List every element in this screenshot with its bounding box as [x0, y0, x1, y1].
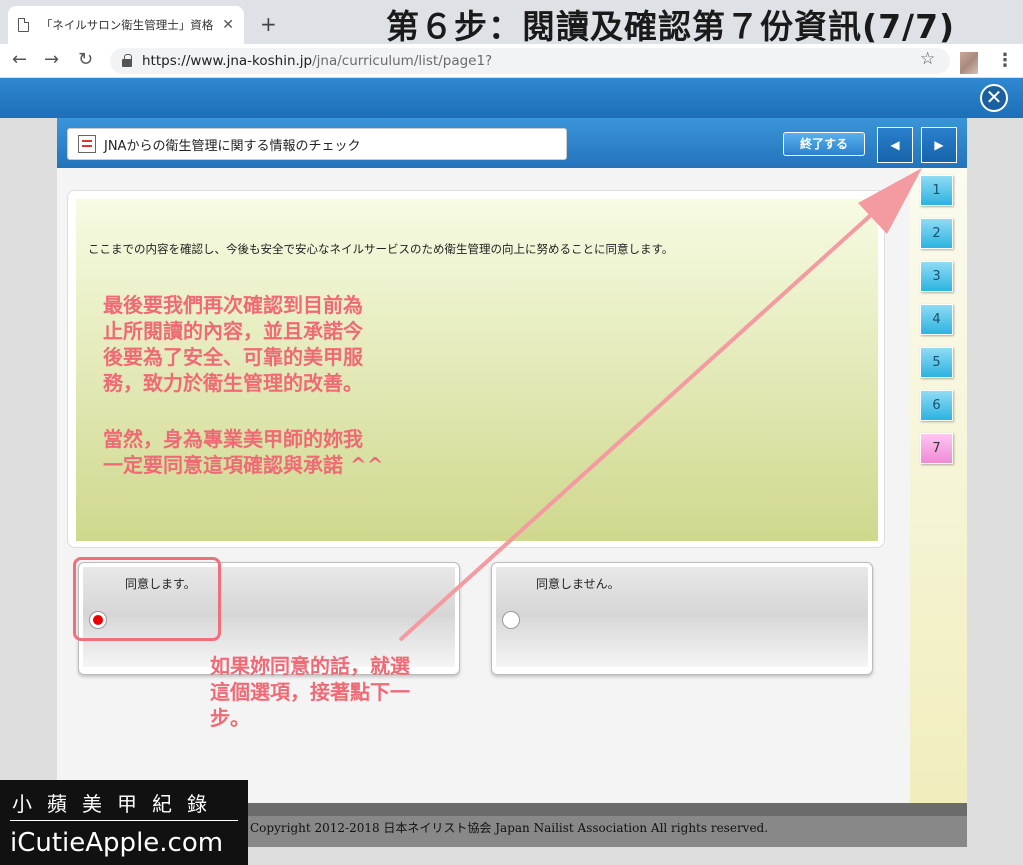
arrow-head [858, 168, 922, 234]
annotation-arrow [398, 168, 922, 642]
arrow-shaft [398, 212, 874, 642]
watermark-url: iCutieApple.com [10, 828, 224, 858]
watermark: 小蘋美甲紀錄 iCutieApple.com [0, 780, 248, 865]
watermark-title: 小蘋美甲紀錄 [12, 792, 222, 816]
